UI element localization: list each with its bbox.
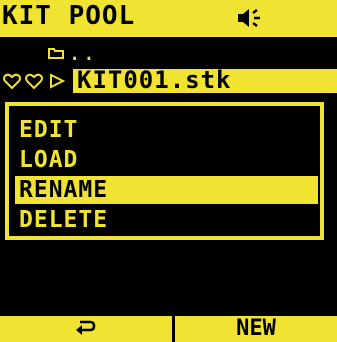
return-arrow-icon [76,320,96,335]
heart-outline-icon [25,73,43,90]
menu-item-label: EDIT [19,117,79,143]
folder-icon [48,48,64,59]
new-softkey-label: NEW [236,316,276,341]
menu-item-rename[interactable]: RENAME [15,176,318,204]
file-name: KIT001.stk [77,66,232,94]
title-bar: KIT POOL [0,0,337,37]
menu-item-edit[interactable]: EDIT [15,116,318,144]
device-screen: KIT POOL .. KIT001.stk EDIT LOAD RENAME … [0,0,337,342]
menu-item-label: LOAD [19,147,79,173]
parent-directory-label: .. [68,41,97,66]
speaker-icon [238,9,260,27]
selected-file-highlight[interactable]: KIT001.stk [73,66,337,94]
play-triangle-icon [50,73,66,89]
back-softkey[interactable] [0,316,172,342]
menu-item-load[interactable]: LOAD [15,146,318,174]
softkey-bar: NEW [0,316,337,342]
file-list-item[interactable]: KIT001.stk [0,66,337,94]
context-menu: EDIT LOAD RENAME DELETE [5,102,324,240]
heart-outline-icon [3,73,21,90]
menu-item-label: RENAME [19,177,109,203]
menu-item-delete[interactable]: DELETE [15,206,318,234]
new-softkey[interactable]: NEW [175,316,337,342]
file-status-icons [3,73,66,90]
menu-item-label: DELETE [19,207,109,233]
page-title: KIT POOL [2,1,136,31]
